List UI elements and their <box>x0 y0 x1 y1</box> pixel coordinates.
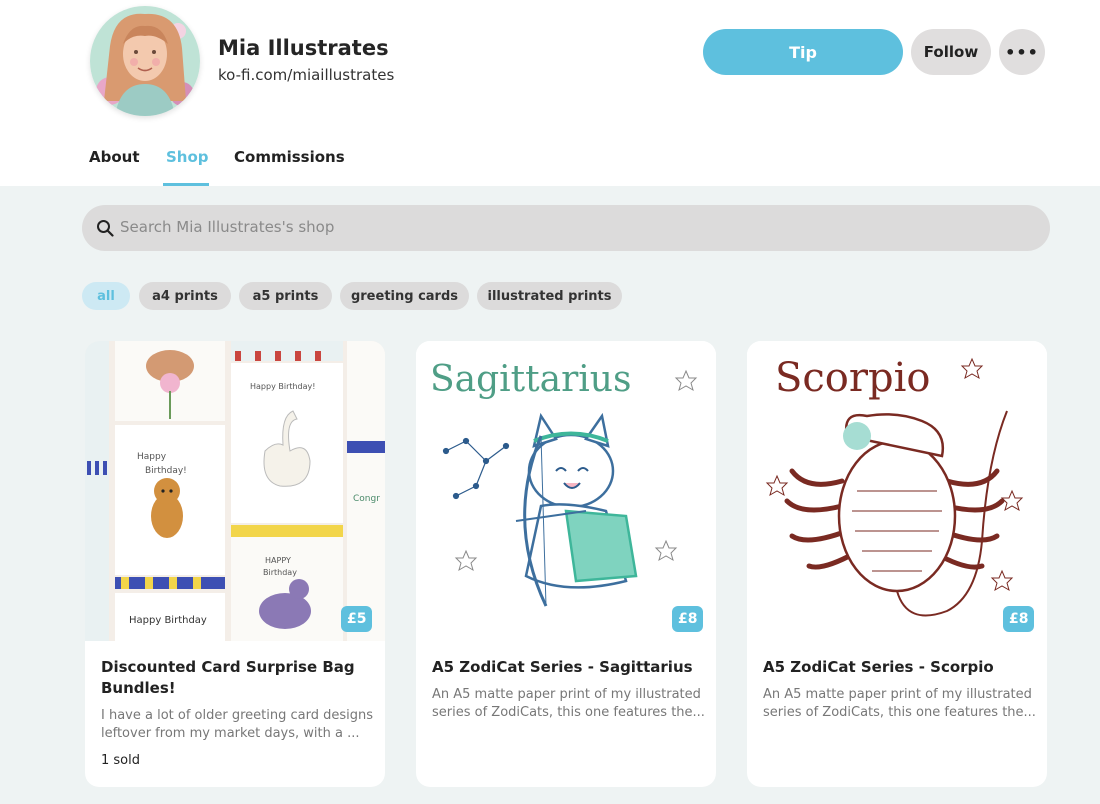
price-badge: £8 <box>672 606 704 632</box>
filter-chip-a5-prints[interactable]: a5 prints <box>239 282 332 310</box>
profile-name: Mia Illustrates <box>218 36 389 60</box>
product-title[interactable]: A5 ZodiCat Series - Scorpio <box>763 657 1033 678</box>
avatar[interactable] <box>90 6 200 116</box>
search-icon <box>97 220 114 237</box>
product-image-scorpio[interactable]: Scorpio <box>747 341 1047 641</box>
more-options-button[interactable]: ••• <box>999 29 1045 75</box>
price-badge: £8 <box>1003 606 1035 632</box>
svg-text:Birthday: Birthday <box>263 568 297 577</box>
svg-text:Birthday!: Birthday! <box>145 466 187 476</box>
product-description: I have a lot of older greeting card desi… <box>101 708 373 741</box>
svg-text:Happy Birthday!: Happy Birthday! <box>250 382 315 391</box>
follow-button[interactable]: Follow <box>911 29 991 75</box>
product-title[interactable]: A5 ZodiCat Series - Sagittarius <box>432 657 702 678</box>
tab-commissions[interactable]: Commissions <box>234 148 345 166</box>
svg-text:Congr: Congr <box>353 494 380 504</box>
svg-text:Happy Birthday: Happy Birthday <box>129 615 207 626</box>
tab-about[interactable]: About <box>89 148 140 166</box>
product-image-sagittarius[interactable]: Sagittarius <box>416 341 716 641</box>
product-card[interactable]: Sagittarius £8 A5 ZodiCat Series - Sagit… <box>416 341 716 787</box>
tip-button[interactable]: Tip <box>703 29 903 75</box>
product-card[interactable]: Happy Birthday! Happy Birthday Happy Bir… <box>85 341 385 787</box>
filter-chip-illustrated-prints[interactable]: illustrated prints <box>477 282 622 310</box>
profile-url[interactable]: ko-fi.com/miaillustrates <box>218 66 394 84</box>
tab-shop[interactable]: Shop <box>166 148 209 166</box>
image-caption: Sagittarius <box>430 359 631 400</box>
price-badge: £5 <box>341 606 373 632</box>
profile-header: Mia Illustrates ko-fi.com/miaillustrates… <box>0 0 1100 186</box>
filter-chip-a4-prints[interactable]: a4 prints <box>139 282 231 310</box>
filter-chip-greeting-cards[interactable]: greeting cards <box>340 282 469 310</box>
product-card[interactable]: Scorpio £8 A5 ZodiCat Series - Scorpio A… <box>747 341 1047 787</box>
product-title[interactable]: Discounted Card Surprise Bag Bundles! <box>101 657 371 699</box>
svg-text:HAPPY: HAPPY <box>265 556 291 565</box>
product-image-cards[interactable]: Happy Birthday! Happy Birthday Happy Bir… <box>85 341 385 641</box>
more-dots-icon: ••• <box>1005 42 1039 62</box>
svg-text:Happy: Happy <box>137 452 167 462</box>
product-description: An A5 matte paper print of my illustrate… <box>763 687 1036 720</box>
image-caption: Scorpio <box>775 355 931 401</box>
sold-count: 1 sold <box>101 753 140 768</box>
filter-chip-all[interactable]: all <box>82 282 130 310</box>
product-description: An A5 matte paper print of my illustrate… <box>432 687 705 720</box>
search-placeholder: Search Mia Illustrates's shop <box>120 218 335 236</box>
